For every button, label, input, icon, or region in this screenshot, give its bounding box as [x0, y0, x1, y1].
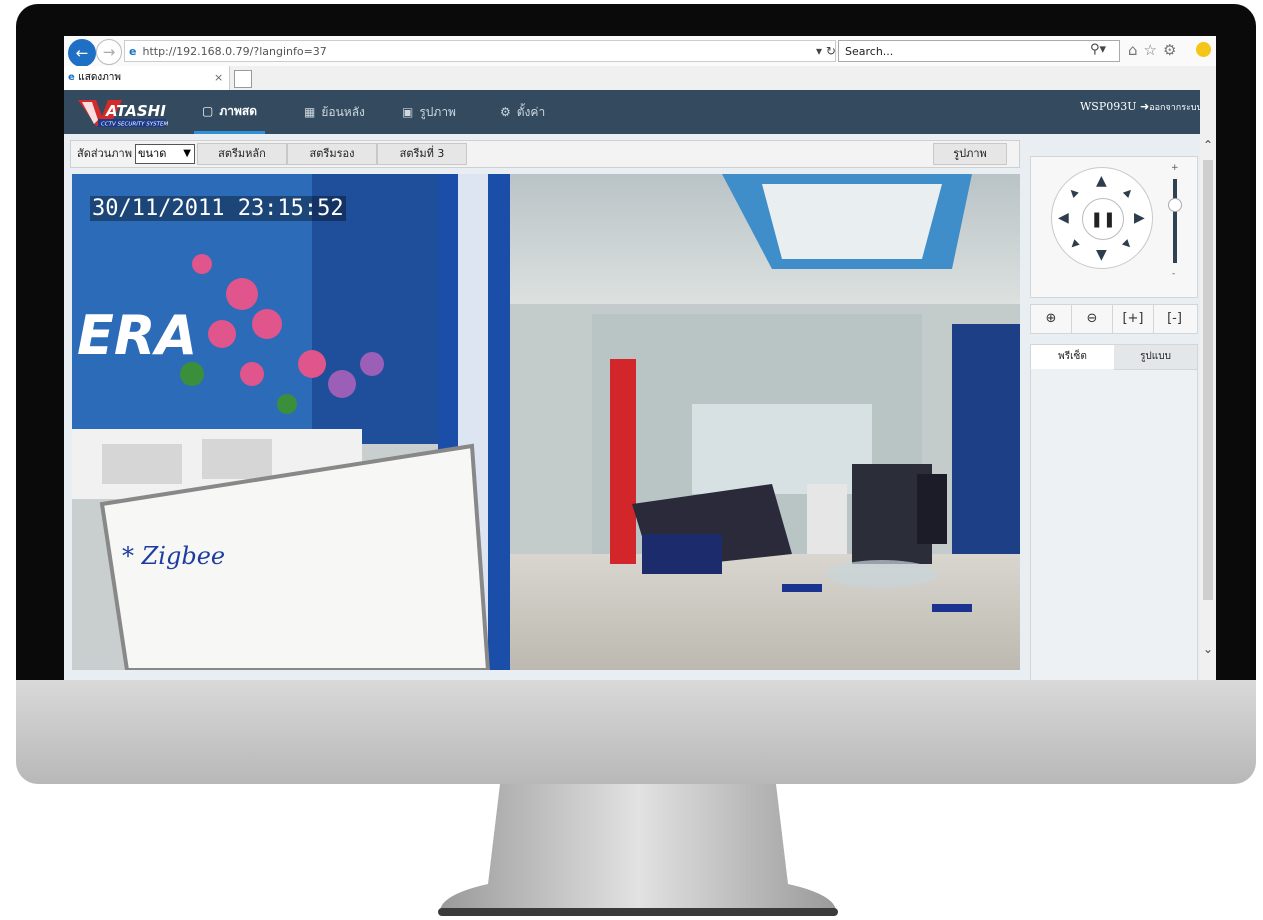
zoom-out-icon[interactable]: ⊖ — [1072, 305, 1113, 333]
tab-title: แสดงภาพ — [78, 72, 121, 83]
pan-down-icon[interactable]: ▼ — [1096, 248, 1107, 262]
playback-icon: ▦ — [304, 105, 316, 119]
pan-down-right-icon[interactable]: ▼ — [1120, 237, 1135, 252]
search-icon[interactable]: ⚲▾ — [1090, 42, 1106, 57]
svg-text:CCTV SECURITY SYSTEM: CCTV SECURITY SYSTEM — [101, 122, 168, 128]
monitor-chin — [16, 680, 1256, 784]
monitor-icon: ▢ — [202, 103, 214, 118]
settings-gear-icon[interactable]: ⚙ — [1163, 41, 1182, 59]
zoom-focus-bar: ⊕ ⊖ [+] [-] — [1030, 304, 1198, 334]
speed-minus-label: - — [1172, 269, 1176, 279]
browser-tab[interactable]: e แสดงภาพ — [64, 66, 230, 90]
nav-live[interactable]: ▢ ภาพสด — [194, 90, 266, 134]
svg-text:ERA: ERA — [77, 304, 197, 367]
ptz-speed-slider[interactable] — [1173, 179, 1177, 263]
watashi-logo: ATASHI CCTV SECURITY SYSTEM — [78, 100, 168, 128]
home-icon[interactable]: ⌂ — [1128, 41, 1144, 59]
forward-button[interactable]: → — [96, 39, 122, 65]
aspect-ratio-value: ขนาด — [138, 147, 167, 160]
monitor-stand — [438, 784, 838, 916]
focus-near-icon[interactable]: [+] — [1113, 305, 1154, 333]
nav-playback-label: ย้อนหลัง — [321, 105, 365, 119]
pause-icon[interactable]: ❚❚ — [1082, 198, 1124, 240]
svg-text:ATASHI: ATASHI — [105, 102, 166, 120]
stream-toolbar: สัดส่วนภาพ ขนาด ▼ สตรีมหลัก สตรีมรอง สตร… — [70, 140, 1020, 168]
chevron-down-icon: ▼ — [183, 148, 191, 159]
ptz-control-panel: ▲ ▼ ◀ ▶ ▲ ▲ ▼ ▼ ❚❚ + - — [1030, 156, 1198, 298]
logout-label: ออกจากระบบ — [1149, 103, 1203, 113]
logout-icon: ➜ — [1140, 100, 1150, 113]
vertical-scrollbar[interactable]: ⌃ ⌄ — [1200, 90, 1216, 680]
pan-up-left-icon[interactable]: ▲ — [1066, 185, 1081, 200]
nav-picture-label: รูปภาพ — [419, 105, 456, 119]
scroll-down-icon[interactable]: ⌄ — [1200, 642, 1216, 656]
tab-pattern[interactable]: รูปแบบ — [1114, 345, 1197, 370]
app-header: ATASHI CCTV SECURITY SYSTEM ▢ ภาพสด ▦ ย้อน… — [64, 90, 1216, 134]
screen: ← → e http://192.168.0.79/?langinfo=37 ▾ … — [64, 36, 1216, 680]
ie-icon: e — [129, 45, 137, 58]
pan-up-right-icon[interactable]: ▲ — [1120, 185, 1135, 200]
device-model: WSP093U — [1080, 100, 1137, 113]
logout-button[interactable]: ➜ออกจากระบบ — [1140, 90, 1202, 125]
pan-up-icon[interactable]: ▲ — [1096, 174, 1107, 188]
ie-tab-icon: e — [68, 72, 79, 83]
live-view-content: สัดส่วนภาพ ขนาด ▼ สตรีมหลัก สตรีมรอง สตร… — [64, 134, 1200, 680]
nav-picture[interactable]: ▣ รูปภาพ — [402, 90, 456, 134]
favorites-star-icon[interactable]: ☆ — [1144, 41, 1163, 59]
speed-plus-label: + — [1171, 163, 1179, 173]
nav-settings-label: ตั้งค่า — [516, 105, 546, 119]
nav-settings[interactable]: ⚙ ตั้งค่า — [500, 90, 545, 134]
back-button[interactable]: ← — [68, 39, 96, 67]
sub-stream-button[interactable]: สตรีมรอง — [287, 143, 377, 165]
scroll-up-icon[interactable]: ⌃ — [1200, 138, 1216, 152]
zoom-in-icon[interactable]: ⊕ — [1031, 305, 1072, 333]
gear-icon: ⚙ — [500, 105, 511, 119]
main-stream-button[interactable]: สตรีมหลัก — [197, 143, 287, 165]
third-stream-button[interactable]: สตรีมที่ 3 — [377, 143, 467, 165]
tab-close-icon[interactable]: × — [214, 66, 223, 90]
svg-text:* Zigbee: * Zigbee — [122, 542, 225, 570]
ptz-direction-wheel: ▲ ▼ ◀ ▶ ▲ ▲ ▼ ▼ ❚❚ — [1051, 167, 1153, 269]
picture-icon: ▣ — [402, 105, 414, 119]
snapshot-button[interactable]: รูปภาพ — [933, 143, 1007, 165]
aspect-ratio-label: สัดส่วนภาพ — [77, 147, 132, 160]
nav-playback[interactable]: ▦ ย้อนหลัง — [304, 90, 365, 134]
pan-left-icon[interactable]: ◀ — [1058, 211, 1069, 225]
url-input[interactable]: e http://192.168.0.79/?langinfo=37 — [124, 40, 836, 62]
nav-live-label: ภาพสด — [219, 103, 258, 118]
video-timestamp: 30/11/2011 23:15:52 — [90, 196, 346, 221]
toolbar-icons: ⌂☆⚙ — [1128, 41, 1182, 59]
scroll-thumb[interactable] — [1203, 160, 1213, 600]
preset-panel: พรีเซ็ต รูปแบบ — [1030, 344, 1198, 680]
ptz-speed-handle[interactable] — [1168, 198, 1182, 213]
address-bar: ← → e http://192.168.0.79/?langinfo=37 ▾ … — [64, 36, 1216, 67]
pan-right-icon[interactable]: ▶ — [1134, 211, 1145, 225]
camera-image: ERA * Zigbee — [72, 174, 1020, 670]
tab-preset[interactable]: พรีเซ็ต — [1031, 345, 1115, 369]
live-video-feed[interactable]: ERA * Zigbee 30/11/2011 23:15:52 — [72, 174, 1020, 670]
new-tab-button[interactable] — [234, 70, 252, 88]
pan-down-left-icon[interactable]: ▼ — [1066, 237, 1081, 252]
refresh-icon[interactable]: ▾ ↻ — [816, 40, 836, 62]
search-input[interactable]: Search... — [838, 40, 1120, 62]
url-text: http://192.168.0.79/?langinfo=37 — [142, 45, 327, 58]
focus-far-icon[interactable]: [-] — [1154, 305, 1195, 333]
feedback-smiley-icon[interactable] — [1196, 42, 1211, 57]
tab-bar: e แสดงภาพ × — [64, 66, 1216, 91]
aspect-ratio-select[interactable]: ขนาด ▼ — [135, 144, 195, 164]
